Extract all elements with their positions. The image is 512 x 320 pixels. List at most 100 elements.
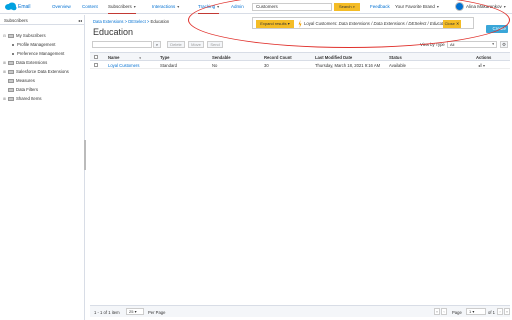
gear-icon[interactable]: ⚙ (500, 41, 508, 48)
folder-icon (8, 87, 14, 92)
next-page-icon[interactable]: › (497, 308, 503, 315)
page-number-value: 1 (469, 309, 472, 314)
collapse-icon[interactable]: ◂◂ (78, 18, 82, 23)
breadcrumb: Data Extensions > DESelect > Education (93, 19, 169, 24)
nav-tracking[interactable]: Tracking ▾ (198, 0, 220, 14)
salesforce-cloud-icon[interactable] (4, 2, 17, 11)
chevron-down-icon: ▾ (436, 4, 439, 9)
first-page-icon[interactable]: « (434, 308, 440, 315)
column-header-name[interactable]: Name ▾ (108, 55, 141, 60)
close-button[interactable]: Close ✕ (443, 20, 461, 28)
row-checkbox[interactable] (94, 63, 98, 67)
expand-results-button[interactable]: Expand results ▾ (256, 20, 294, 28)
expand-results-label: Expand results (260, 21, 287, 26)
column-header-status[interactable]: Status (389, 55, 402, 60)
search-icon: ⌕ (352, 4, 356, 9)
tree-item-shared-items[interactable]: ⊞ Shared Items (3, 96, 42, 101)
tree-item-preference-management[interactable]: Preference Management (12, 51, 64, 56)
folder-icon (8, 78, 14, 83)
folder-icon (8, 69, 14, 74)
feedback-link[interactable]: Feedback (370, 4, 390, 9)
tree-item-profile-management[interactable]: Profile Management (12, 42, 55, 47)
column-header-type[interactable]: Type (160, 55, 169, 60)
tree-item-label: Data Filters (16, 87, 38, 92)
folder-icon (8, 33, 14, 38)
last-page-icon[interactable]: » (504, 308, 510, 315)
notice-text: Loyal Customers: Data Extensions / Data … (304, 21, 451, 26)
bullet-icon (12, 43, 14, 46)
chevron-down-icon: ▾ (492, 42, 494, 46)
avatar[interactable] (455, 2, 464, 11)
nav-content[interactable]: Content (82, 0, 98, 14)
move-button[interactable]: Move (188, 41, 204, 48)
sort-icon: ▾ (139, 56, 141, 60)
column-header-label: Name (108, 55, 120, 60)
search-icon[interactable]: ⌕ (153, 41, 161, 48)
chevron-down-icon: ▾ (287, 21, 290, 26)
per-page-value: 25 (129, 309, 134, 314)
brand-selector[interactable]: Your Favorite Brand ▾ (395, 4, 439, 9)
close-button-label: Close (444, 21, 455, 26)
notice-result-path: Data Extensions / Data Extensions / DESe… (338, 21, 452, 26)
page-number-select[interactable]: 1 ▾ (466, 308, 486, 315)
delete-button[interactable]: Delete (167, 41, 185, 48)
table-header: Name ▾ Type Sendable Record Count Last Mo… (90, 52, 510, 61)
nav-interactions[interactable]: Interactions ▾ (152, 0, 179, 14)
send-button[interactable]: Send (207, 41, 223, 48)
user-menu[interactable]: Alina Makarenkov ▾ (466, 4, 506, 9)
nav-subscribers[interactable]: Subscribers ▾ (108, 0, 136, 14)
nav-admin[interactable]: Admin (231, 0, 244, 14)
main-content: Data Extensions > DESelect > Education E… (88, 15, 512, 320)
nav-overview[interactable]: Overview (52, 0, 71, 14)
lightning-icon (298, 20, 302, 28)
tree-item-label: My Subscribers (16, 33, 46, 38)
nav-tracking-label: Tracking (198, 4, 216, 9)
previous-page-icon[interactable]: ‹ (441, 308, 447, 315)
notice-result-name: Loyal Customers: (304, 21, 338, 26)
search-button[interactable]: Search ⌕ (334, 3, 360, 11)
sidebar-header: Subscribers ◂◂ (0, 15, 85, 25)
row-last-modified: Thursday, March 18, 2021 9:16 AM (315, 63, 381, 68)
tree-item-measures[interactable]: Measures (8, 78, 35, 83)
per-page-label: Per Page (148, 310, 166, 315)
bullet-icon (12, 52, 14, 55)
column-header-record-count[interactable]: Record Count (264, 55, 292, 60)
tree-item-data-filters[interactable]: Data Filters (8, 87, 38, 92)
tree-item-salesforce-data-extensions[interactable]: ⊞ Salesforce Data Extensions (3, 69, 69, 74)
view-by-select[interactable]: All ▾ (447, 41, 497, 48)
column-header-sendable[interactable]: Sendable (212, 55, 231, 60)
row-type: Standard (160, 63, 177, 68)
chevron-down-icon: ▾ (134, 309, 137, 314)
list-search-input[interactable] (92, 41, 152, 48)
nav-subscribers-label: Subscribers (108, 4, 132, 9)
nav-interactions-label: Interactions (152, 4, 176, 9)
sidebar-resize-handle[interactable] (84, 140, 86, 170)
chevron-down-icon: ▾ (472, 309, 475, 314)
row-actions-icon[interactable]: ◂‖ ▾ (478, 63, 485, 68)
per-page-select[interactable]: 25 ▾ (126, 308, 144, 315)
app-window: Email Overview Content Subscribers ▾ Inte… (0, 0, 512, 320)
tree-item-data-extensions[interactable]: ⊞ Data Extensions (3, 60, 47, 65)
chevron-down-icon: ▾ (503, 4, 506, 9)
tree-item-label: Measures (16, 78, 35, 83)
pagination-bar: 1 - 1 of 1 item 25 ▾ Per Page « ‹ Page 1… (90, 305, 510, 317)
column-header-last-modified[interactable]: Last Modified Date (315, 55, 352, 60)
folder-icon (8, 96, 14, 101)
row-status: Available (389, 63, 406, 68)
global-search-input[interactable]: Customers (252, 3, 332, 11)
create-button[interactable]: Create (486, 25, 508, 33)
brand-name: Your Favorite Brand (395, 4, 435, 9)
tree-item-label: Data Extensions (16, 60, 48, 65)
view-by-value: All (450, 42, 455, 47)
app-name[interactable]: Email (18, 4, 31, 10)
table-row[interactable]: Loyal Customers Standard No 30 Thursday,… (90, 61, 510, 69)
page-label: Page (452, 310, 462, 315)
breadcrumb-link[interactable]: Data Extensions (93, 19, 124, 24)
chevron-down-icon: ▾ (133, 4, 136, 9)
breadcrumb-link[interactable]: DESelect (128, 19, 145, 24)
select-all-checkbox[interactable] (94, 55, 98, 59)
sidebar-title: Subscribers (4, 18, 28, 23)
row-name-link[interactable]: Loyal Customers (108, 63, 139, 68)
search-result-notice: Expand results ▾ Loyal Customers: Data E… (252, 17, 474, 29)
tree-item-my-subscribers[interactable]: ⊟ My Subscribers (3, 33, 46, 38)
